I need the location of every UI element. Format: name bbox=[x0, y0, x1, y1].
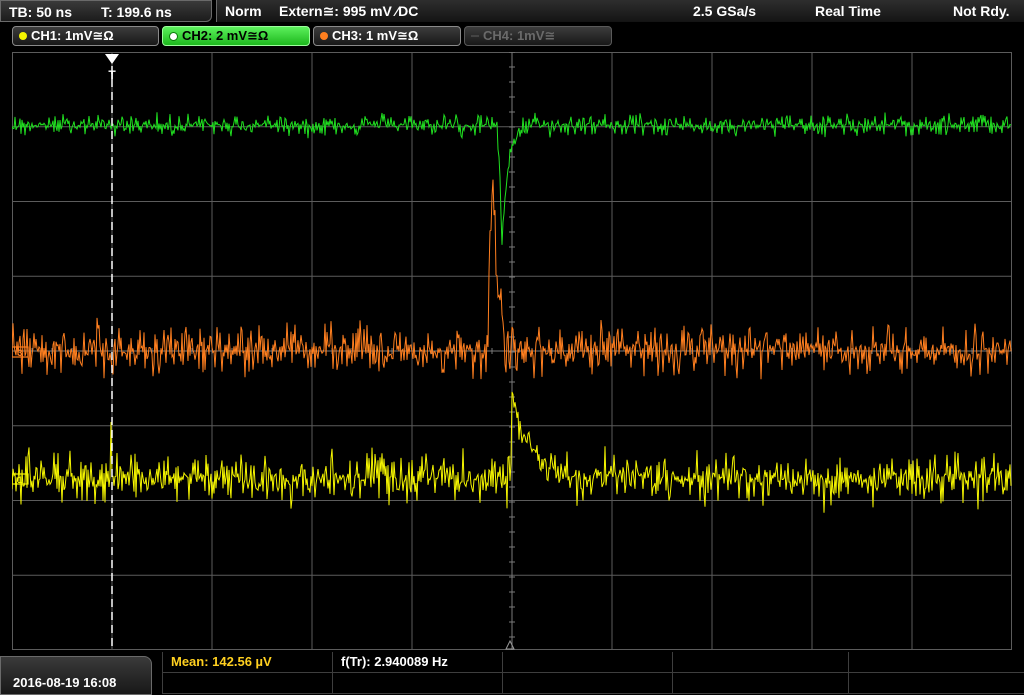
measurement-cell-empty-5[interactable] bbox=[332, 673, 502, 694]
waveform-canvas: T 3 1 bbox=[12, 52, 1012, 650]
top-bar: TB: 50 ns T: 199.6 ns Norm Extern≅: 995 … bbox=[0, 0, 1024, 24]
trigger-mode[interactable]: Norm bbox=[225, 3, 262, 19]
channel-2-button[interactable]: CH2: 2 mV≅Ω bbox=[162, 26, 310, 46]
measurement-cell-empty-2[interactable] bbox=[672, 652, 848, 673]
channel-3-button[interactable]: CH3: 1 mV≅Ω bbox=[313, 26, 461, 46]
measurement-cell-empty-1[interactable] bbox=[502, 652, 672, 673]
trigger-delay-icon bbox=[505, 639, 515, 650]
status-bar: Norm Extern≅: 995 mV ⁄DC 2.5 GSa/s Real … bbox=[216, 0, 1024, 22]
channel-4-button[interactable]: CH4: 1mV≅ bbox=[464, 26, 612, 46]
measurement-cell-empty-8[interactable] bbox=[848, 673, 1024, 694]
trigger-marker-label: T bbox=[108, 68, 116, 82]
measurement-cell-empty-4[interactable] bbox=[162, 673, 332, 694]
acquisition-mode: Real Time bbox=[815, 3, 881, 19]
measurement-frequency: f(Tr): 2.940089 Hz bbox=[341, 654, 448, 669]
channel-4-indicator-icon bbox=[471, 35, 479, 37]
channel-bar: CH1: 1mV≅Ω CH2: 2 mV≅Ω CH3: 1 mV≅Ω CH4: … bbox=[0, 26, 1024, 48]
trigger-position-icon bbox=[105, 54, 119, 64]
timebase-label: TB: 50 ns bbox=[9, 4, 73, 20]
measurement-cell-empty-6[interactable] bbox=[502, 673, 672, 694]
svg-text:1: 1 bbox=[17, 475, 22, 485]
trigger-state: Not Rdy. bbox=[953, 3, 1010, 19]
measurement-cell-empty-3[interactable] bbox=[848, 652, 1024, 673]
channel-2-indicator-icon bbox=[169, 31, 178, 41]
measurement-panel[interactable]: Mean: 142.56 µV f(Tr): 2.940089 Hz bbox=[162, 652, 1024, 695]
timestamp-box: 2016-08-19 16:08 bbox=[0, 656, 152, 695]
channel-4-label: CH4: 1mV≅ bbox=[483, 28, 556, 43]
channel-3-label: CH3: 1 mV≅Ω bbox=[332, 28, 419, 43]
measurement-cell-mean[interactable]: Mean: 142.56 µV bbox=[162, 652, 332, 673]
trigger-time-label: T: 199.6 ns bbox=[101, 4, 172, 20]
measurement-mean: Mean: 142.56 µV bbox=[171, 654, 272, 669]
timestamp: 2016-08-19 16:08 bbox=[13, 675, 117, 690]
trigger-source[interactable]: Extern≅: 995 mV ⁄DC bbox=[279, 3, 418, 20]
channel-1-indicator-icon bbox=[19, 32, 27, 40]
channel-1-label: CH1: 1mV≅Ω bbox=[31, 28, 114, 43]
sample-rate: 2.5 GSa/s bbox=[693, 3, 757, 19]
channel-3-indicator-icon bbox=[320, 32, 328, 40]
svg-text:3: 3 bbox=[17, 348, 22, 358]
measurement-cell-empty-7[interactable] bbox=[672, 673, 848, 694]
channel-2-label: CH2: 2 mV≅Ω bbox=[182, 28, 269, 43]
timebase-box[interactable]: TB: 50 ns T: 199.6 ns bbox=[0, 0, 212, 22]
channel-1-button[interactable]: CH1: 1mV≅Ω bbox=[12, 26, 159, 46]
measurement-cell-frequency[interactable]: f(Tr): 2.940089 Hz bbox=[332, 652, 502, 673]
bottom-bar: 2016-08-19 16:08 Mean: 142.56 µV f(Tr): … bbox=[0, 652, 1024, 695]
